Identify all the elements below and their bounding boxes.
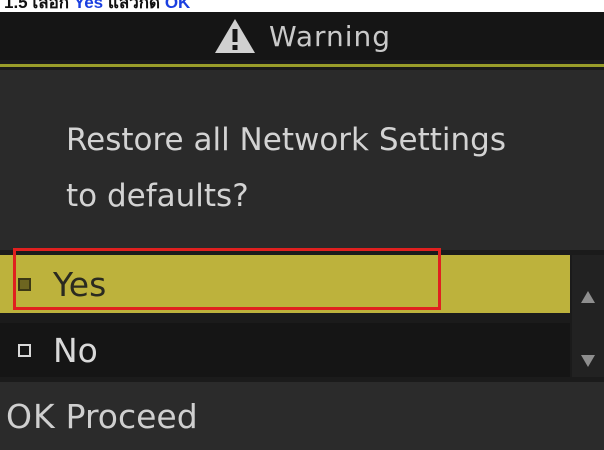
proceed-label: Proceed [65,396,198,436]
caption-text-prefix: 1.5 เลือก [4,0,74,12]
caption-text-mid: แล้วกด [103,0,165,12]
footer-hint: OK Proceed [0,382,604,450]
scroll-down-icon[interactable] [581,355,595,367]
selection-highlight-frame [13,248,441,310]
warning-icon [213,17,257,55]
dialog-header: Warning [0,12,604,60]
dialog-title: Warning [268,19,392,53]
instruction-caption: 1.5 เลือก Yes แล้วกด OK [4,0,190,12]
dialog-message: Restore all Network Settings to defaults… [66,122,506,214]
printer-lcd-screen: Warning Restore all Network Settings to … [0,12,604,450]
header-divider [0,64,604,67]
scroll-up-icon[interactable] [581,291,595,303]
caption-highlight-ok: OK [164,0,191,12]
option-bullet-icon [18,343,31,357]
caption-highlight-yes: Yes [73,0,104,12]
option-no[interactable]: No [0,323,570,377]
scrollbar[interactable] [572,255,604,377]
option-no-label: No [53,330,98,370]
ok-key-label: OK [6,396,56,436]
